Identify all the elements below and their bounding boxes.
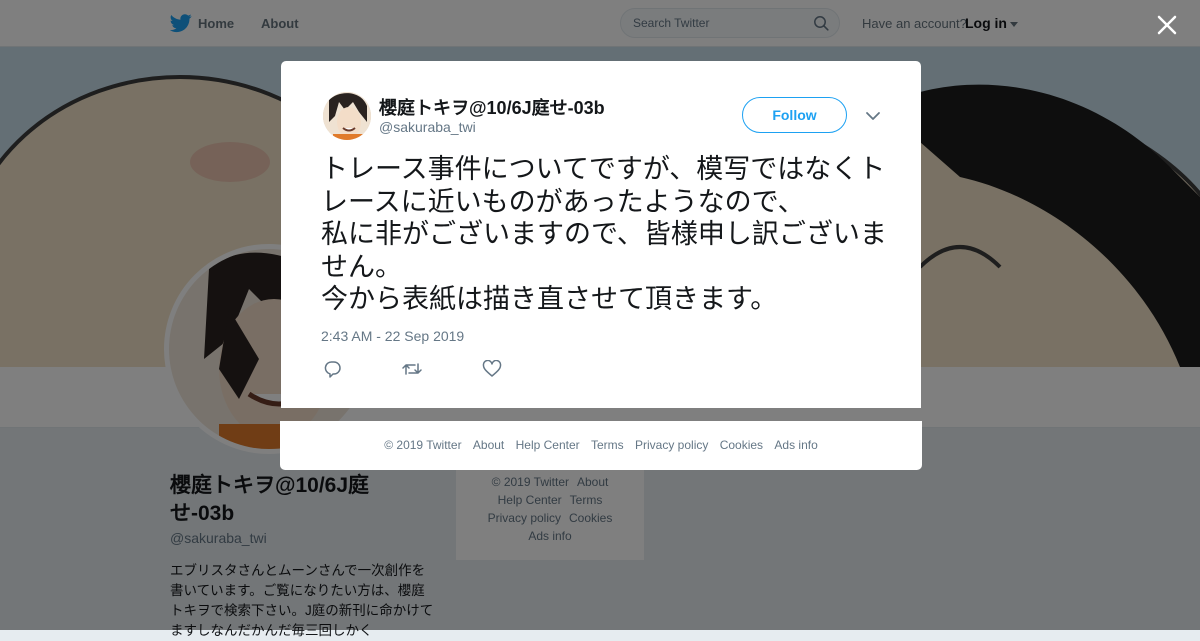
tweet-author-avatar-image xyxy=(323,92,371,140)
modal-footer-link-terms[interactable]: Terms xyxy=(591,438,624,452)
modal-footer-link-cookies[interactable]: Cookies xyxy=(720,438,763,452)
modal-footer-copyright: © 2019 Twitter xyxy=(384,438,462,452)
tweet-author-handle[interactable]: @sakuraba_twi xyxy=(379,119,476,135)
retweet-icon[interactable] xyxy=(402,360,422,378)
tweet-text: トレース事件についてですが、模写ではなくトレースに近いものがあったようなので、 … xyxy=(321,154,887,315)
modal-footer-link-help-center[interactable]: Help Center xyxy=(516,438,580,452)
reply-icon[interactable] xyxy=(323,360,343,378)
modal-footer-link-privacy[interactable]: Privacy policy xyxy=(635,438,708,452)
follow-button[interactable]: Follow xyxy=(742,97,847,133)
chevron-down-icon[interactable] xyxy=(865,109,881,123)
modal-footer-link-ads-info[interactable]: Ads info xyxy=(774,438,817,452)
tweet-author-avatar[interactable] xyxy=(323,92,371,140)
close-icon[interactable] xyxy=(1155,13,1179,37)
tweet-author-name[interactable]: 櫻庭トキヲ@10/6J庭せ-03b xyxy=(379,94,605,120)
like-icon[interactable] xyxy=(482,360,502,378)
tweet-modal: 櫻庭トキヲ@10/6J庭せ-03b @sakuraba_twi Follow ト… xyxy=(281,61,921,408)
tweet-timestamp[interactable]: 2:43 AM - 22 Sep 2019 xyxy=(321,328,464,344)
modal-footer-link-about[interactable]: About xyxy=(473,438,504,452)
modal-footer: © 2019 Twitter About Help Center Terms P… xyxy=(280,421,922,470)
